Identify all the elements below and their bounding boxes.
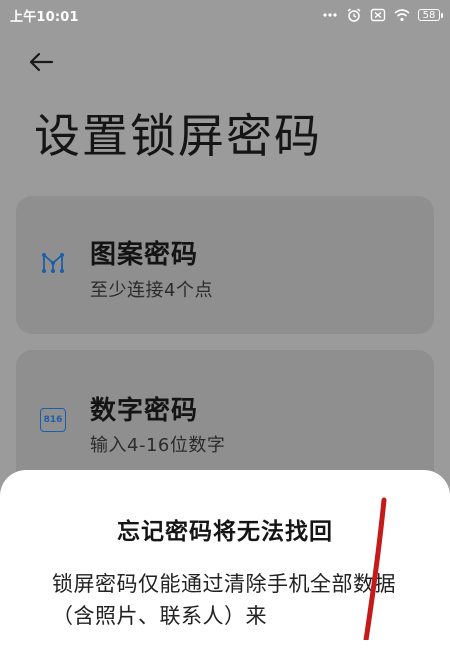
alarm-icon <box>347 8 361 22</box>
status-icons: 58 <box>322 8 443 22</box>
wifi-icon <box>394 9 410 22</box>
status-bar: 上午10:01 58 <box>0 0 450 30</box>
option-title: 图案密码 <box>90 240 199 270</box>
option-subtitle: 输入4-16位数字 <box>90 435 226 456</box>
dialog-body: 锁屏密码仅能通过清除手机全部数据（含照片、联系人）来 <box>52 572 396 628</box>
number-pad-icon: 816 <box>40 408 66 432</box>
back-button[interactable] <box>28 45 68 79</box>
sim-off-icon <box>370 8 386 22</box>
battery-indicator: 58 <box>418 9 443 21</box>
pattern-icon <box>42 253 64 273</box>
warning-dialog: 忘记密码将无法找回 锁屏密码仅能通过清除手机全部数据（含照片、联系人）来 <box>0 470 450 660</box>
option-numeric-password[interactable]: 816 数字密码 输入4-16位数字 <box>16 350 434 488</box>
page-title: 设置锁屏密码 <box>34 109 322 163</box>
option-title: 数字密码 <box>90 396 199 426</box>
dialog-title: 忘记密码将无法找回 <box>117 519 333 545</box>
back-arrow-icon <box>29 52 54 72</box>
more-dots-icon <box>323 13 337 17</box>
option-pattern-password[interactable]: 图案密码 至少连接4个点 <box>16 196 434 334</box>
status-time: 上午10:01 <box>10 9 79 25</box>
option-subtitle: 至少连接4个点 <box>90 280 213 301</box>
